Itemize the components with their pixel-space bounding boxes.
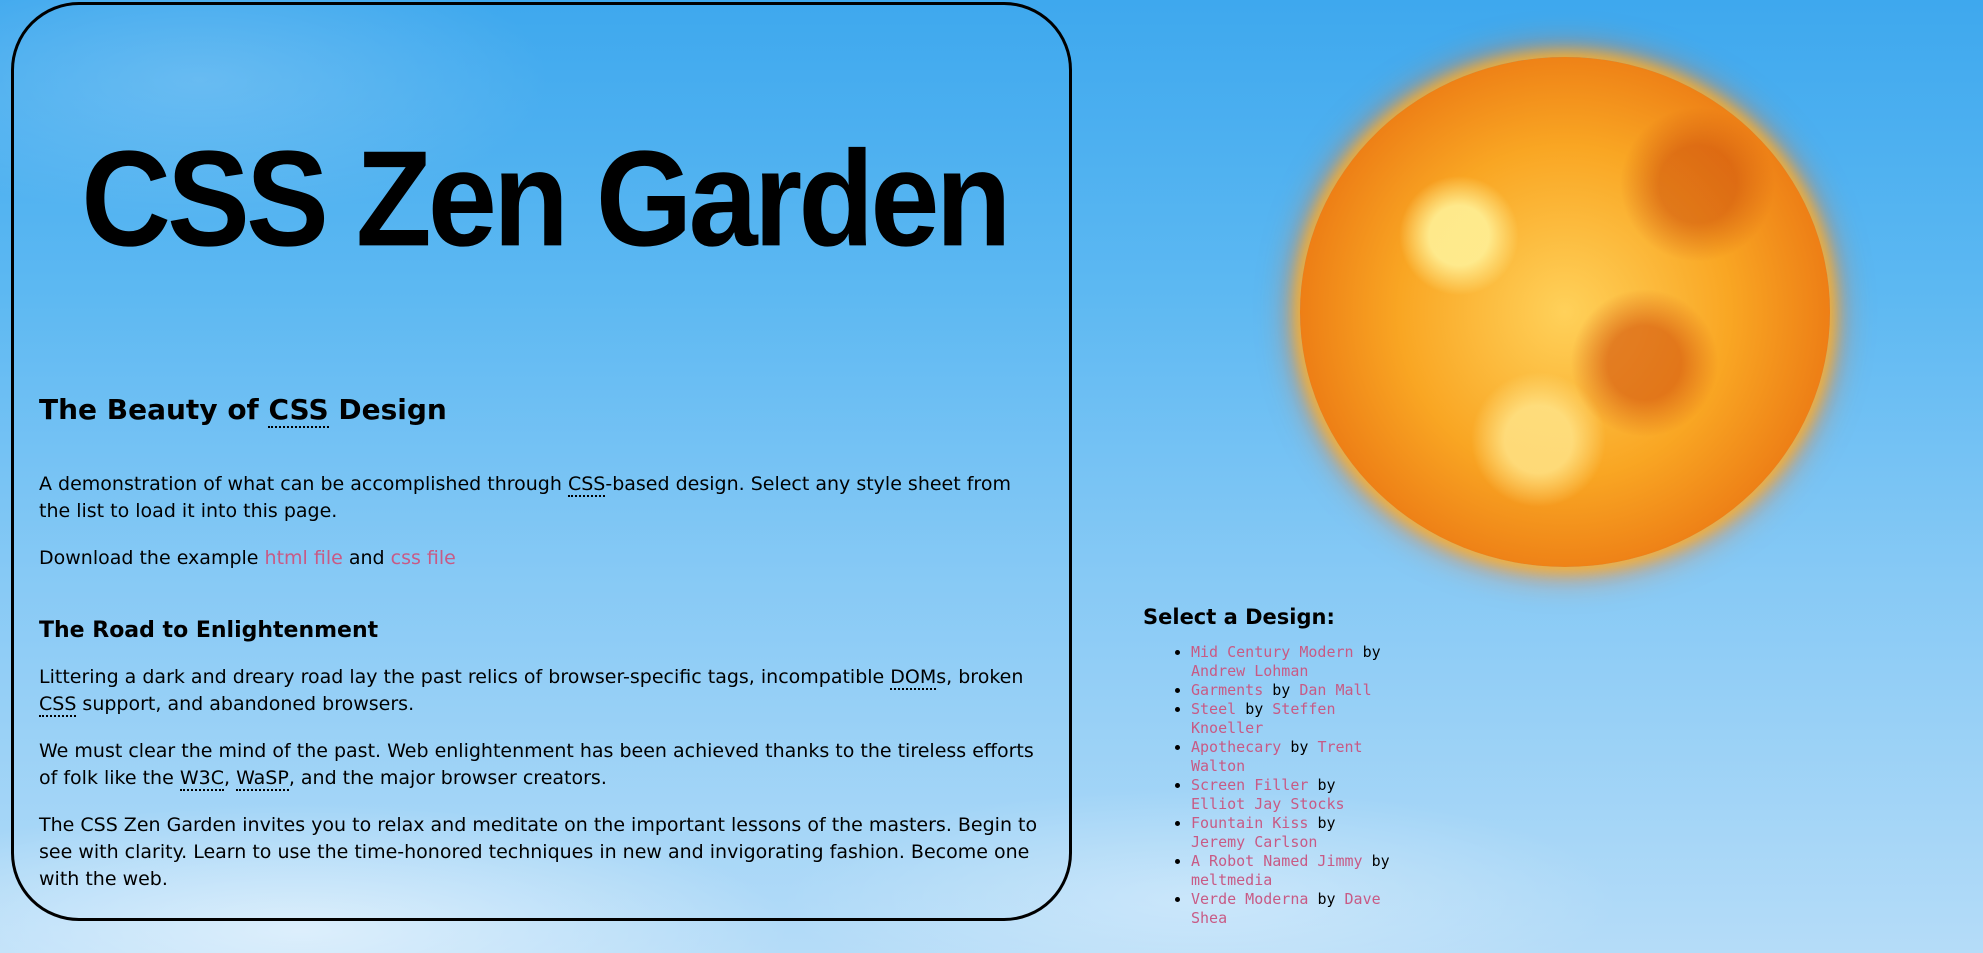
- design-link[interactable]: Verde Moderna: [1191, 890, 1308, 908]
- list-item: Apothecary by Trent Walton: [1191, 738, 1396, 776]
- intro-heading-pre: The Beauty of: [39, 393, 269, 426]
- by-text: by: [1362, 643, 1381, 661]
- by-text: by: [1317, 814, 1336, 832]
- download-text: Download the example: [39, 546, 265, 569]
- author-link[interactable]: Andrew Lohman: [1191, 662, 1308, 680]
- download-text: and: [342, 546, 391, 569]
- author-link[interactable]: meltmedia: [1191, 871, 1272, 889]
- w3c-abbr: W3C: [179, 766, 224, 791]
- enlightenment-paragraph-1: Littering a dark and dreary road lay the…: [39, 664, 1044, 718]
- by-text: by: [1371, 852, 1390, 870]
- site-title: CSS Zen Garden: [81, 122, 1011, 275]
- enlightenment-paragraph-2: We must clear the mind of the past. Web …: [39, 738, 1044, 792]
- download-paragraph: Download the example html file and css f…: [39, 545, 1044, 572]
- by-text: by: [1290, 738, 1309, 756]
- paragraph-text: Littering a dark and dreary road lay the…: [39, 665, 891, 688]
- paragraph-text: s, broken: [936, 665, 1024, 688]
- list-item: Garments by Dan Mall: [1191, 681, 1396, 700]
- author-link[interactable]: Jeremy Carlson: [1191, 833, 1317, 851]
- by-text: by: [1245, 700, 1264, 718]
- list-item: Steel by Steffen Knoeller: [1191, 700, 1396, 738]
- intro-heading-post: Design: [328, 393, 447, 426]
- design-list: Mid Century Modern by Andrew Lohman Garm…: [1143, 643, 1396, 928]
- by-text: by: [1317, 776, 1336, 794]
- paragraph-text: ,: [223, 766, 237, 789]
- intro-heading: The Beauty of CSS Design: [39, 393, 1044, 428]
- list-item: Mid Century Modern by Andrew Lohman: [1191, 643, 1396, 681]
- list-item: Screen Filler by Elliot Jay Stocks: [1191, 776, 1396, 814]
- design-link[interactable]: Steel: [1191, 700, 1236, 718]
- design-link[interactable]: Mid Century Modern: [1191, 643, 1354, 661]
- list-item: Fountain Kiss by Jeremy Carlson: [1191, 814, 1396, 852]
- list-item: A Robot Named Jimmy by meltmedia: [1191, 852, 1396, 890]
- wasp-abbr: WaSP: [236, 766, 289, 791]
- design-link[interactable]: Garments: [1191, 681, 1263, 699]
- select-design-heading: Select a Design:: [1143, 605, 1335, 629]
- sun-illustration: [1300, 57, 1830, 567]
- enlightenment-heading: The Road to Enlightenment: [39, 617, 379, 643]
- design-link[interactable]: A Robot Named Jimmy: [1191, 852, 1363, 870]
- intro-paragraph: A demonstration of what can be accomplis…: [39, 471, 1044, 525]
- design-selector: Select a Design: Mid Century Modern by A…: [1143, 605, 1403, 928]
- author-link[interactable]: Elliot Jay Stocks: [1191, 795, 1345, 813]
- intro-text: A demonstration of what can be accomplis…: [39, 472, 568, 495]
- by-text: by: [1272, 681, 1291, 699]
- design-link[interactable]: Apothecary: [1191, 738, 1281, 756]
- enlightenment-paragraph-3: The CSS Zen Garden invites you to relax …: [39, 813, 1038, 890]
- paragraph-text: support, and abandoned browsers.: [76, 692, 415, 715]
- main-panel: CSS Zen Garden The Beauty of CSS Design …: [11, 2, 1072, 921]
- list-item: Verde Moderna by Dave Shea: [1191, 890, 1396, 928]
- dom-abbr: DOM: [890, 665, 937, 690]
- main-content: The Beauty of CSS Design A demonstration…: [39, 393, 1044, 913]
- design-link[interactable]: Screen Filler: [1191, 776, 1308, 794]
- html-file-link[interactable]: html file: [265, 547, 343, 569]
- design-link[interactable]: Fountain Kiss: [1191, 814, 1308, 832]
- by-text: by: [1317, 890, 1336, 908]
- author-link[interactable]: Dan Mall: [1299, 681, 1371, 699]
- css-abbr: CSS: [39, 692, 77, 717]
- paragraph-text: , and the major browser creators.: [288, 766, 607, 789]
- css-abbr: CSS: [567, 472, 606, 497]
- css-file-link[interactable]: css file: [391, 547, 456, 569]
- css-abbr: CSS: [268, 393, 329, 428]
